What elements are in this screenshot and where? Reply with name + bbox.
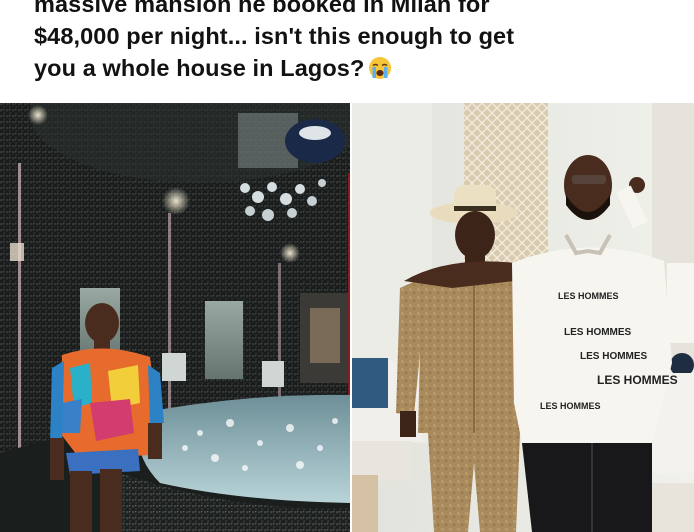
shirt-text-5: LES HOMMES xyxy=(540,401,601,411)
caption-line-2: $48,000 per night... isn't this enough t… xyxy=(34,23,515,49)
crying-face-icon xyxy=(369,57,392,79)
caption-line-3-text: you a whole house in Lagos? xyxy=(34,55,365,81)
photo-two-men-posing[interactable]: LES HOMMES LES HOMMES LES HOMMES LES HOM… xyxy=(352,103,694,532)
shirt-text-2: LES HOMMES xyxy=(564,327,632,338)
shirt-text-4: LES HOMMES xyxy=(597,373,678,387)
caption-line-1: massive mansion he booked in Milan for xyxy=(34,0,490,17)
caption-line-3: you a whole house in Lagos? xyxy=(34,52,674,84)
post-caption: massive mansion he booked in Milan for $… xyxy=(34,0,674,84)
photo-mansion-jacuzzi[interactable] xyxy=(0,103,350,532)
shirt-text-1: LES HOMMES xyxy=(558,291,619,301)
photo-grid: LES HOMMES LES HOMMES LES HOMMES LES HOM… xyxy=(0,103,694,532)
post-container: massive mansion he booked in Milan for $… xyxy=(0,0,694,532)
shirt-text-3: LES HOMMES xyxy=(580,351,648,362)
